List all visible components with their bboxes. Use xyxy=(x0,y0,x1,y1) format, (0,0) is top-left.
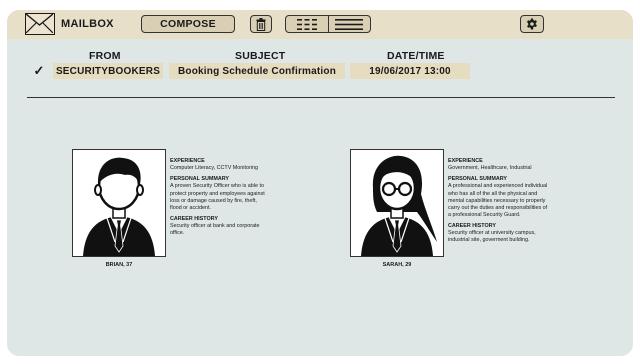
experience-label: EXPERIENCE xyxy=(170,158,205,164)
trash-icon xyxy=(256,17,266,31)
experience-text: Computer Literacy, CCTV Monitoring xyxy=(170,165,258,172)
profile-photo-brian xyxy=(72,149,166,257)
grid-view-button[interactable] xyxy=(286,16,328,32)
column-header-datetime[interactable]: DATE/TIME xyxy=(387,50,445,62)
list-view-button[interactable] xyxy=(327,16,371,32)
mail-window: MAILBOX COMPOSE FROM SUBJECT DATE/TIME ✓… xyxy=(7,10,633,356)
list-view-icon xyxy=(335,18,364,30)
message-from[interactable]: SECURITYBOOKERS xyxy=(53,63,163,79)
column-header-subject[interactable]: SUBJECT xyxy=(235,50,285,62)
history-label: CAREER HISTORY xyxy=(170,215,218,222)
female-avatar-icon xyxy=(361,155,437,256)
column-header-from[interactable]: FROM xyxy=(89,50,121,62)
profile-details-sarah: EXPERIENCE Government, Healthcare, Indus… xyxy=(448,158,548,244)
summary-text: A proven Security Officer who is able to… xyxy=(170,183,265,211)
experience-label: EXPERIENCE xyxy=(448,158,483,164)
toolbar: MAILBOX COMPOSE xyxy=(7,10,633,39)
history-text: Security officer at bank and corporate o… xyxy=(170,223,260,237)
message-datetime[interactable]: 19/06/2017 13:00 xyxy=(350,63,470,79)
settings-button[interactable] xyxy=(520,15,544,33)
profile-name-sarah: SARAH, 29 xyxy=(382,262,412,268)
summary-label: PERSONAL SUMMARY xyxy=(170,176,230,183)
summary-text: A professional and experienced individua… xyxy=(448,183,548,218)
message-subject[interactable]: Booking Schedule Confirmation xyxy=(169,63,345,79)
compose-button[interactable]: COMPOSE xyxy=(141,15,235,33)
mail-icon[interactable] xyxy=(25,13,55,35)
divider xyxy=(27,97,615,98)
gear-icon xyxy=(527,18,537,30)
view-toggle xyxy=(285,15,371,33)
grid-view-icon xyxy=(296,18,317,30)
delete-button[interactable] xyxy=(250,15,272,33)
experience-text: Government, Healthcare, Industrial xyxy=(448,165,532,172)
history-label: CAREER HISTORY xyxy=(448,223,496,229)
profile-name-brian: BRIAN, 37 xyxy=(105,262,133,268)
summary-label: PERSONAL SUMMARY xyxy=(448,176,508,183)
male-avatar-icon xyxy=(83,157,155,256)
profile-details-brian: EXPERIENCE Computer Literacy, CCTV Monit… xyxy=(170,158,270,237)
history-text: Security officer at university campus, i… xyxy=(448,230,536,244)
profile-photo-sarah xyxy=(350,149,444,257)
message-checkbox[interactable]: ✓ xyxy=(30,63,48,79)
app-title: MAILBOX xyxy=(61,18,114,30)
